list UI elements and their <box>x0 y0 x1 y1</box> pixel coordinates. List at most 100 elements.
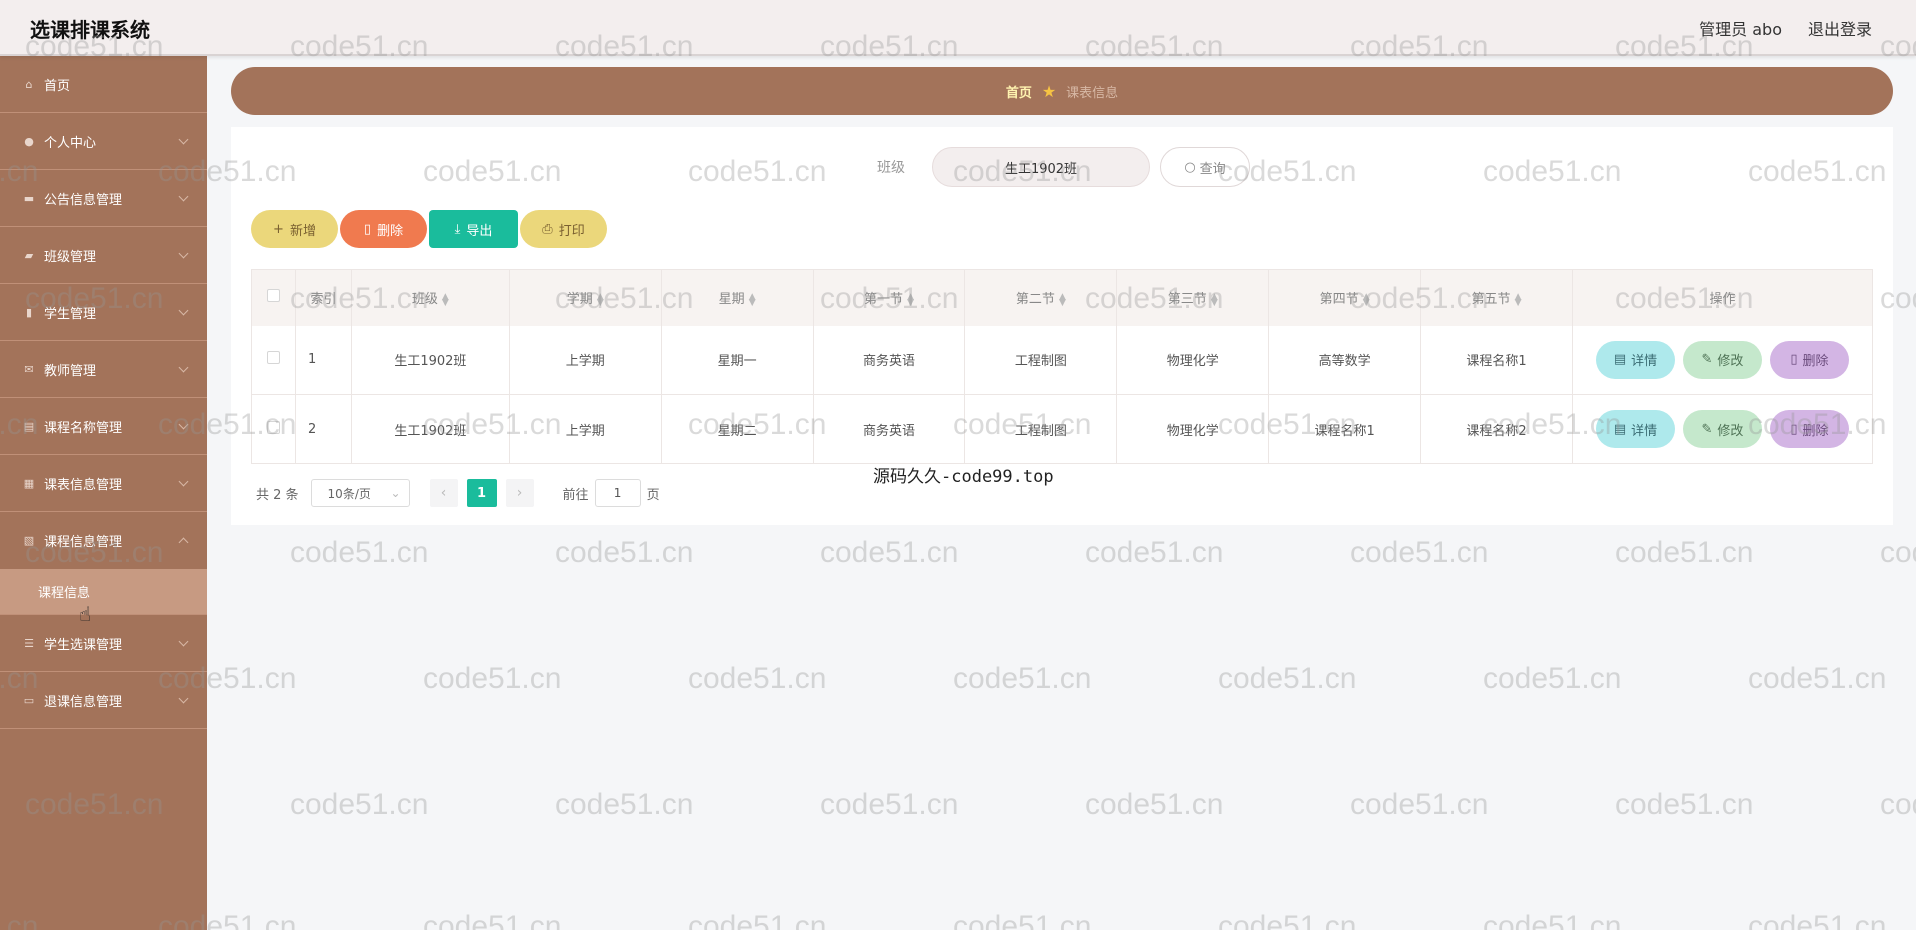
sidebar-item-schedule[interactable]: ▦ 课表信息管理 <box>0 455 207 512</box>
detail-button[interactable]: ▤ 详情 <box>1595 340 1675 379</box>
sidebar-item-course-name[interactable]: ▤ 课程名称管理 <box>0 398 207 455</box>
sidebar-item-drop[interactable]: ▭ 退课信息管理 <box>0 672 207 729</box>
watermark-text: code51.cn <box>688 910 827 930</box>
trash-icon: ▯ <box>1790 352 1798 368</box>
watermark-text: code51.cn <box>1615 788 1754 821</box>
export-button-label: 导出 <box>466 223 493 239</box>
watermark-text: code51.cn <box>423 662 562 695</box>
col-header-class[interactable]: 班级 ▲ ▼ <box>351 269 510 326</box>
row-checkbox[interactable] <box>266 420 280 434</box>
row-actions: ▤ 详情 ✎ 修改 ▯ 删除 <box>1573 410 1872 448</box>
row-delete-button[interactable]: ▯ 删除 <box>1769 410 1849 448</box>
watermark-text: code51.cn <box>688 662 827 695</box>
source-caption: 源码久久-code99.top <box>873 467 1054 487</box>
row-checkbox[interactable] <box>266 351 280 365</box>
row-actions: ▤ 详情 ✎ 修改 ▯ 删除 <box>1573 340 1872 379</box>
sidebar-item-selection[interactable]: ☰ 学生选课管理 <box>0 615 207 672</box>
breadcrumb-current: 课表信息 <box>1066 85 1119 101</box>
current-user-label: 管理员 abo <box>1699 20 1782 39</box>
prev-page-button[interactable]: ‹ <box>429 479 458 507</box>
export-button[interactable]: ⤓ 导出 <box>429 210 518 248</box>
chevron-down-icon <box>178 248 189 259</box>
add-button[interactable]: + 新增 <box>251 210 338 248</box>
sort-icon: ▲ ▼ <box>1362 291 1370 308</box>
chevron-down-icon <box>178 362 189 373</box>
col-header-weekday[interactable]: 星期 ▲ ▼ <box>661 269 814 326</box>
cell-index: 2 <box>295 394 352 464</box>
edit-button[interactable]: ✎ 修改 <box>1682 410 1762 448</box>
col-header-period-5[interactable]: 第五节 ▲ ▼ <box>1420 269 1573 326</box>
sidebar-item-label: 学生选课管理 <box>44 637 123 653</box>
sort-icon: ▲ ▼ <box>907 291 914 308</box>
page-number-current[interactable]: 1 <box>466 479 497 507</box>
schedule-table: 索引 班级 ▲ ▼ 学期 ▲ ▼ 星期 ▲ ▼ 第一节 ▲ ▼ 第二节 ▲ ▼ 第三节 ▲ ▼ 第四节 ▲… <box>251 269 1874 464</box>
search-button[interactable]: ○ 查询 <box>1160 147 1250 187</box>
chevron-down-icon <box>178 419 189 430</box>
sidebar-item-class[interactable]: ▰ 班级管理 <box>0 227 207 284</box>
watermark-text: code51.cn <box>1350 536 1489 569</box>
delete-button[interactable]: ▯ 删除 <box>340 210 427 248</box>
watermark-text: code51.cn <box>1218 662 1357 695</box>
cell-period-5: 课程名称1 <box>1420 325 1573 395</box>
chevron-down-icon: ⌄ <box>390 486 401 500</box>
cell-class: 生工1902班 <box>351 394 510 464</box>
sort-icon: ▲ ▼ <box>1058 291 1066 308</box>
teacher-icon: ✉ <box>24 362 34 376</box>
page-size-select[interactable]: 10条/页 ⌄ <box>310 479 410 507</box>
watermark-text: code51.cn <box>1085 788 1224 821</box>
col-header-actions: 操作 <box>1572 269 1874 326</box>
cell-term: 上学期 <box>509 325 662 395</box>
sidebar-item-home[interactable]: ⌂ 首页 <box>0 56 207 113</box>
top-header: 选课排课系统 管理员 abo 退出登录 <box>0 0 1916 56</box>
watermark-text: code51.cn <box>290 788 429 821</box>
sidebar-item-label: 班级管理 <box>44 249 97 265</box>
sidebar-item-student[interactable]: ▮ 学生管理 <box>0 284 207 341</box>
sidebar-item-label: 教师管理 <box>44 363 97 379</box>
edit-button[interactable]: ✎ 修改 <box>1682 340 1762 379</box>
sidebar-item-label: 学生管理 <box>44 306 97 322</box>
cell-period-1: 商务英语 <box>813 325 966 395</box>
class-icon: ▰ <box>24 248 34 262</box>
pagination: 共 2 条 10条/页 ⌄ ‹ 1 › 前往 页 <box>256 479 660 507</box>
cell-class: 生工1902班 <box>351 325 510 395</box>
col-header-period-4[interactable]: 第四节 ▲ ▼ <box>1268 269 1422 326</box>
logout-link[interactable]: 退出登录 <box>1808 16 1872 40</box>
print-button[interactable]: ⎙ 打印 <box>520 210 607 248</box>
cell-period-1: 商务英语 <box>813 394 966 464</box>
col-header-term[interactable]: 学期 ▲ ▼ <box>509 269 662 326</box>
cell-period-4: 高等数学 <box>1268 325 1422 395</box>
next-page-button[interactable]: › <box>505 479 534 507</box>
class-search-input[interactable] <box>932 147 1150 187</box>
cell-period-2: 工程制图 <box>964 394 1118 464</box>
col-header-period-1[interactable]: 第一节 ▲ ▼ <box>813 269 966 326</box>
star-icon: ★ <box>1041 81 1057 101</box>
watermark-text: code51.cn <box>1483 662 1622 695</box>
info-icon: ▧ <box>23 534 35 547</box>
app-title: 选课排课系统 <box>30 18 150 42</box>
home-icon: ⌂ <box>25 77 33 91</box>
sidebar-item-notice[interactable]: ▬ 公告信息管理 <box>0 170 207 227</box>
goto-page-input[interactable] <box>594 479 641 507</box>
chevron-up-icon <box>178 537 189 547</box>
delete-button-label: 删除 <box>377 223 404 239</box>
breadcrumb: 首页 ★ 课表信息 <box>231 67 1893 115</box>
content-panel: 班级 ○ 查询 + 新增 ▯ 删除 ⤓ 导出 ⎙ 打印 <box>231 127 1893 525</box>
watermark-text: code51.cn <box>1350 788 1489 821</box>
cell-period-4: 课程名称1 <box>1268 394 1422 464</box>
select-all-checkbox[interactable] <box>266 289 280 303</box>
col-header-period-3[interactable]: 第三节 ▲ ▼ <box>1116 269 1270 326</box>
col-header-period-2[interactable]: 第二节 ▲ ▼ <box>964 269 1118 326</box>
row-delete-button[interactable]: ▯ 删除 <box>1769 340 1849 379</box>
sidebar-item-course-info[interactable]: ▧ 课程信息管理 <box>0 512 207 569</box>
user-icon: ● <box>24 134 34 148</box>
watermark-text: code51.cn <box>1483 910 1622 930</box>
breadcrumb-home-link[interactable]: 首页 <box>1006 82 1032 101</box>
detail-button[interactable]: ▤ 详情 <box>1595 410 1675 448</box>
watermark-text: code51.cn <box>953 662 1092 695</box>
sidebar-item-profile[interactable]: ● 个人中心 <box>0 113 207 170</box>
sidebar-item-teacher[interactable]: ✉ 教师管理 <box>0 341 207 398</box>
toolbar: + 新增 ▯ 删除 ⤓ 导出 ⎙ 打印 <box>251 210 607 248</box>
sidebar-subitem-course-info[interactable]: 课程信息 <box>0 569 207 615</box>
add-button-label: 新增 <box>289 223 316 239</box>
document-icon: ▤ <box>1613 352 1627 368</box>
